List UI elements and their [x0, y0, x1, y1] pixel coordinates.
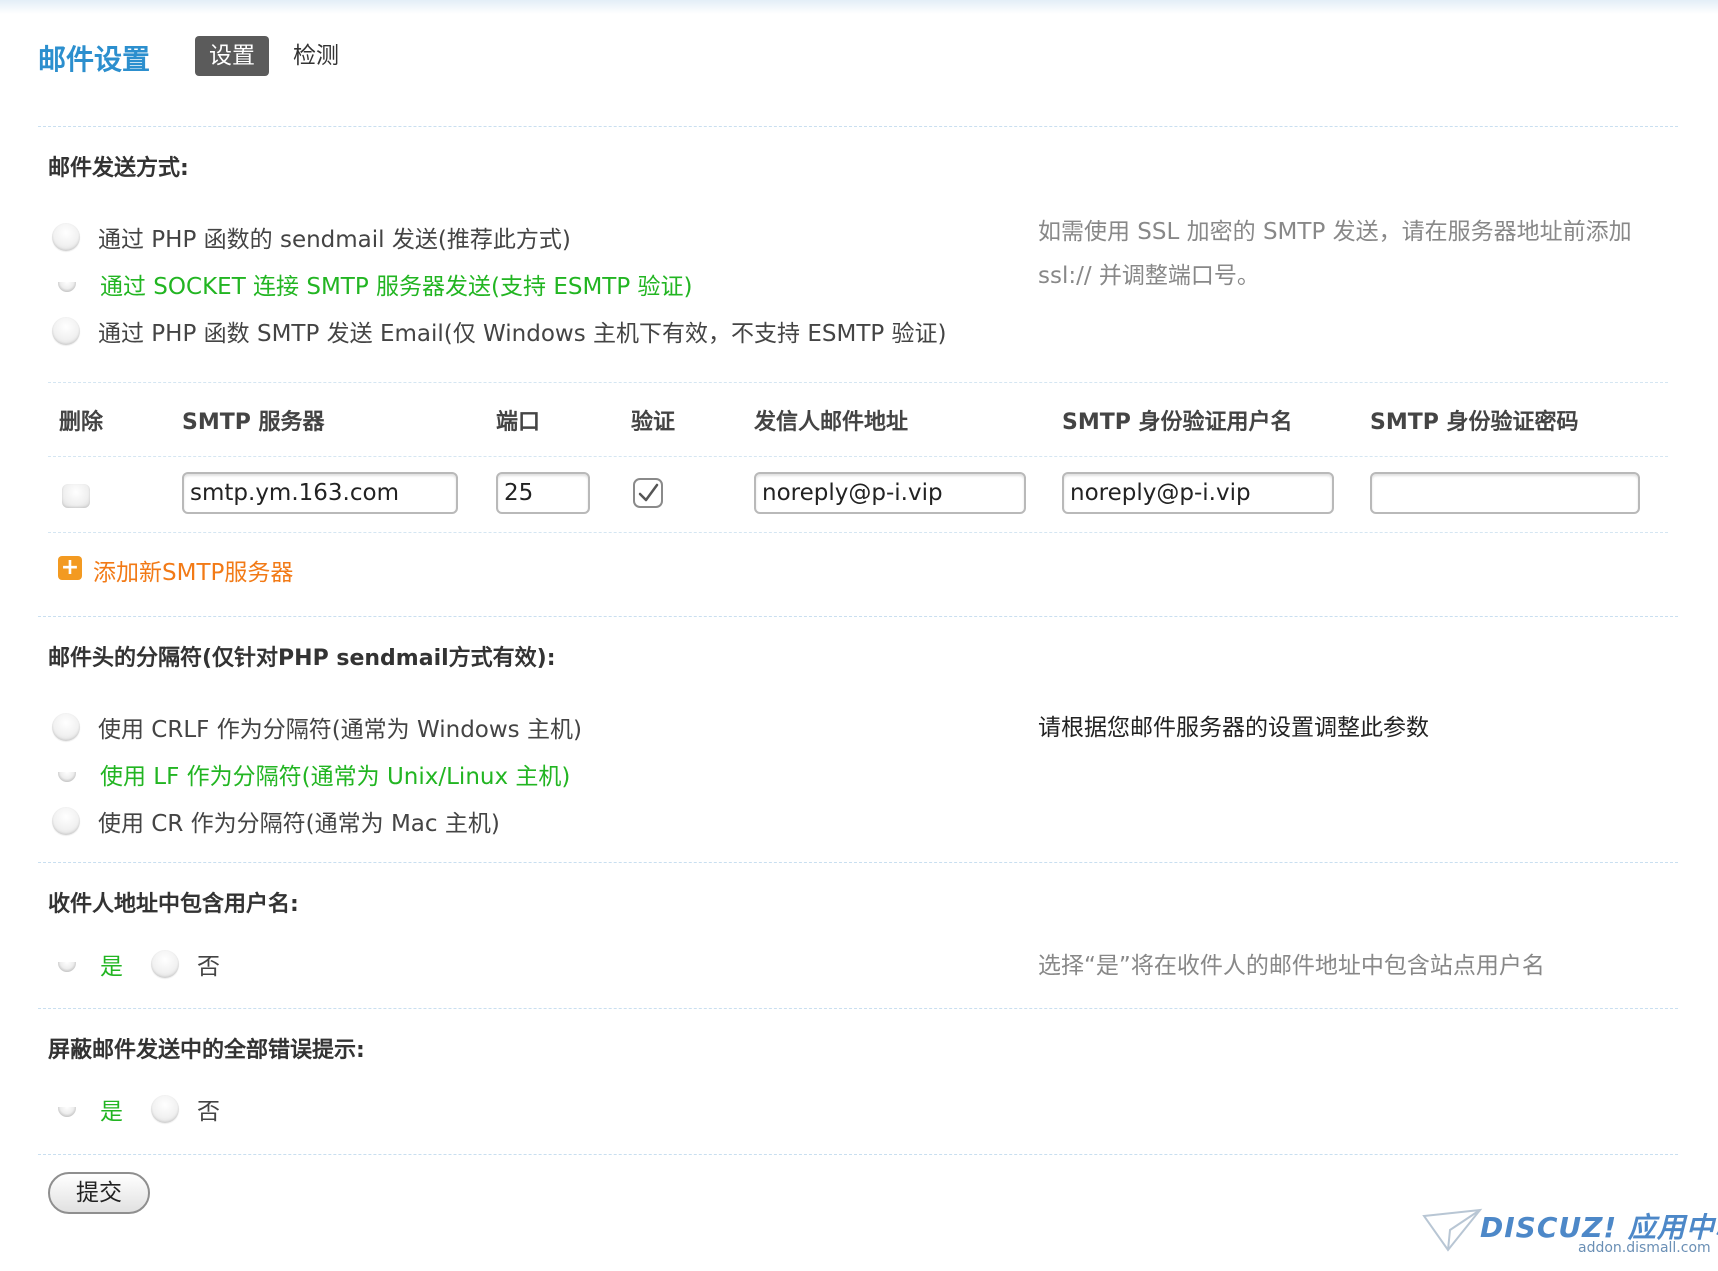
- smtp-server-input[interactable]: smtp.ym.163.com: [182, 472, 458, 514]
- send-method-option-php-smtp[interactable]: 通过 PHP 函数 SMTP 发送 Email(仅 Windows 主机下有效，…: [52, 314, 947, 348]
- add-smtp-server-link[interactable]: 添加新SMTP服务器: [93, 553, 293, 587]
- divider: [38, 616, 1678, 617]
- send-method-label: 邮件发送方式:: [48, 156, 189, 181]
- col-smtp-server: SMTP 服务器: [182, 410, 325, 435]
- silent-errors-label: 屏蔽邮件发送中的全部错误提示:: [48, 1038, 365, 1063]
- radio-button-checked[interactable]: [58, 772, 76, 782]
- radio-button[interactable]: [151, 950, 179, 978]
- option-label: 通过 PHP 函数的 sendmail 发送(推荐此方式): [98, 227, 571, 253]
- top-strip: [0, 0, 1718, 14]
- yes-label[interactable]: 是: [100, 1092, 123, 1126]
- divider: [38, 126, 1678, 127]
- separator-option-crlf[interactable]: 使用 CRLF 作为分隔符(通常为 Windows 主机): [52, 710, 582, 744]
- auth-password-input[interactable]: [1370, 472, 1640, 514]
- col-auth: 验证: [631, 410, 676, 435]
- option-label: 通过 SOCKET 连接 SMTP 服务器发送(支持 ESMTP 验证): [100, 274, 693, 300]
- col-auth-username: SMTP 身份验证用户名: [1062, 410, 1293, 435]
- divider: [38, 1154, 1678, 1155]
- silent-errors-options: 是 否: [52, 1092, 220, 1126]
- separator-label: 邮件头的分隔符(仅针对PHP sendmail方式有效):: [48, 646, 556, 671]
- option-label: 使用 CRLF 作为分隔符(通常为 Windows 主机): [98, 717, 582, 743]
- col-from-address: 发信人邮件地址: [754, 410, 909, 435]
- divider: [38, 862, 1678, 863]
- no-label[interactable]: 否: [197, 947, 220, 981]
- check-icon: [638, 483, 659, 502]
- radio-button[interactable]: [52, 807, 80, 835]
- radio-button[interactable]: [52, 223, 80, 251]
- option-label: 使用 LF 作为分隔符(通常为 Unix/Linux 主机): [100, 764, 571, 790]
- watermark-url: addon.dismall.com: [1578, 1240, 1711, 1256]
- yes-label[interactable]: 是: [100, 947, 123, 981]
- option-label: 通过 PHP 函数 SMTP 发送 Email(仅 Windows 主机下有效，…: [98, 321, 947, 347]
- port-input[interactable]: 25: [496, 472, 590, 514]
- col-port: 端口: [496, 410, 541, 435]
- col-delete: 删除: [59, 410, 104, 435]
- include-username-options: 是 否: [52, 947, 220, 981]
- separator-option-lf[interactable]: 使用 LF 作为分隔符(通常为 Unix/Linux 主机): [52, 757, 570, 791]
- separator-option-cr[interactable]: 使用 CR 作为分隔符(通常为 Mac 主机): [52, 804, 500, 838]
- from-address-input[interactable]: noreply@p-i.vip: [754, 472, 1026, 514]
- ssl-hint: 如需使用 SSL 加密的 SMTP 发送，请在服务器地址前添加 ssl:// 并…: [1038, 219, 1632, 289]
- tab-settings[interactable]: 设置: [195, 36, 269, 76]
- divider: [48, 456, 1668, 457]
- radio-button-checked[interactable]: [58, 962, 76, 972]
- delete-checkbox[interactable]: [62, 484, 90, 508]
- divider: [38, 1008, 1678, 1009]
- submit-button[interactable]: 提交: [48, 1172, 150, 1214]
- include-username-label: 收件人地址中包含用户名:: [48, 892, 299, 917]
- divider: [48, 532, 1668, 533]
- auth-username-input[interactable]: noreply@p-i.vip: [1062, 472, 1334, 514]
- no-label[interactable]: 否: [197, 1092, 220, 1126]
- col-auth-password: SMTP 身份验证密码: [1370, 410, 1579, 435]
- radio-button[interactable]: [52, 317, 80, 345]
- radio-button[interactable]: [151, 1095, 179, 1123]
- option-label: 使用 CR 作为分隔符(通常为 Mac 主机): [98, 811, 500, 837]
- radio-button[interactable]: [52, 713, 80, 741]
- add-icon[interactable]: +: [58, 556, 82, 580]
- radio-button-checked[interactable]: [58, 1107, 76, 1117]
- separator-hint: 请根据您邮件服务器的设置调整此参数: [1038, 715, 1429, 741]
- auth-checkbox[interactable]: [633, 478, 663, 508]
- send-method-option-sendmail[interactable]: 通过 PHP 函数的 sendmail 发送(推荐此方式): [52, 220, 571, 254]
- page-title: 邮件设置: [38, 43, 151, 76]
- divider: [48, 382, 1668, 383]
- paper-plane-icon: [1422, 1208, 1483, 1252]
- send-method-option-socket[interactable]: 通过 SOCKET 连接 SMTP 服务器发送(支持 ESMTP 验证): [52, 267, 693, 301]
- radio-button-checked[interactable]: [58, 282, 76, 292]
- tab-test[interactable]: 检测: [279, 36, 353, 76]
- include-username-hint: 选择“是”将在收件人的邮件地址中包含站点用户名: [1038, 953, 1545, 979]
